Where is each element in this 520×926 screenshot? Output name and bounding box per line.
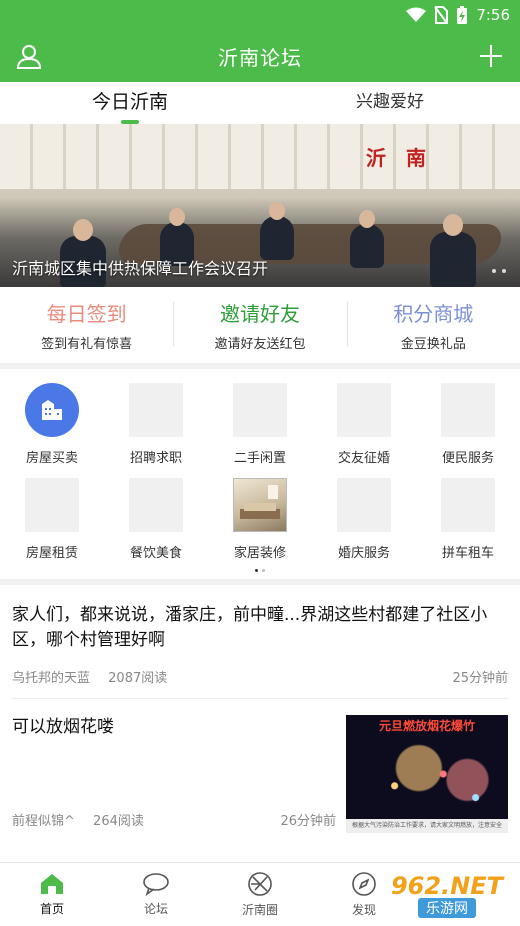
post-meta: 乌托邦的天蓝 2087阅读 25分钟前	[12, 667, 508, 699]
nav-label: 沂南圈	[241, 903, 278, 917]
quick-title: 邀请好友	[219, 302, 300, 326]
user-icon	[16, 45, 42, 69]
quick-actions: 每日签到 签到有礼有惊喜 邀请好友 邀请好友送红包 积分商城 金豆换礼品	[0, 287, 520, 369]
placeholder-icon	[129, 383, 183, 437]
nav-label: 论坛	[143, 902, 168, 916]
post-reads: 2087阅读	[108, 671, 168, 686]
category-grid: 房屋买卖 招聘求职 二手闲置 交友征婚 便民服务 房屋租赁 餐饮美食 家居装修 …	[0, 369, 520, 565]
category-label: 婚庆服务	[337, 546, 390, 561]
watermark-logo: 962.NET	[390, 872, 504, 900]
battery-charging-icon	[456, 5, 468, 25]
category-home-decor[interactable]: 家居装修	[208, 478, 312, 561]
thumbnail-footer: 根据大气污染防治工作要求，请大家文明燃放，注意安全	[346, 819, 508, 833]
no-sim-icon	[434, 6, 449, 24]
grid-page-indicator	[0, 565, 520, 575]
category-house-rent[interactable]: 房屋租赁	[0, 478, 104, 561]
daily-checkin-button[interactable]: 每日签到 签到有礼有惊喜	[0, 298, 173, 352]
placeholder-icon	[441, 383, 495, 437]
aperture-icon	[248, 872, 272, 896]
quick-subtitle: 签到有礼有惊喜	[41, 337, 133, 352]
app-header: 沂南论坛	[0, 30, 520, 82]
post-item[interactable]: 可以放烟花喽 前程似锦^ 264阅读 26分钟前 元旦燃放烟花爆竹 根据大气污染…	[0, 699, 520, 839]
person-head	[359, 210, 375, 228]
watermark-subtitle: 乐游网	[418, 898, 476, 918]
invite-friends-button[interactable]: 邀请好友 邀请好友送红包	[173, 298, 346, 352]
person-figure	[430, 232, 476, 287]
category-jobs[interactable]: 招聘求职	[104, 383, 208, 466]
category-dating[interactable]: 交友征婚	[312, 383, 416, 466]
category-house-sale[interactable]: 房屋买卖	[0, 383, 104, 466]
person-head	[269, 202, 285, 220]
profile-button[interactable]	[14, 41, 44, 71]
quick-subtitle: 金豆换礼品	[400, 337, 466, 352]
category-label: 交友征婚	[337, 451, 390, 466]
category-label: 房屋买卖	[25, 451, 78, 466]
compass-icon	[352, 872, 376, 896]
tab-today-yinan[interactable]: 今日沂南	[0, 82, 260, 124]
wifi-icon	[406, 7, 427, 23]
post-author[interactable]: 乌托邦的天蓝	[12, 671, 90, 686]
news-banner[interactable]: 沂南 沂南城区集中供热保障工作会议召开	[0, 124, 520, 287]
nav-label: 发现	[351, 903, 376, 917]
carousel-indicator	[492, 269, 506, 273]
category-label: 二手闲置	[233, 451, 286, 466]
category-label: 拼车租车	[441, 546, 494, 561]
points-mall-button[interactable]: 积分商城 金豆换礼品	[346, 298, 520, 352]
category-label: 招聘求职	[129, 451, 182, 466]
tab-bar: 今日沂南 兴趣爱好	[0, 82, 520, 124]
tab-hobbies[interactable]: 兴趣爱好	[260, 82, 520, 124]
nav-home[interactable]: 首页	[0, 863, 104, 926]
post-title: 可以放烟花喽	[12, 717, 114, 737]
category-wedding[interactable]: 婚庆服务	[312, 478, 416, 561]
placeholder-icon	[25, 478, 79, 532]
home-icon	[41, 874, 63, 894]
post-item[interactable]: 家人们，都来说说，潘家庄，前中疃...界湖这些村都建了社区小区，哪个村管理好啊 …	[0, 585, 520, 699]
post-reads: 264阅读	[93, 814, 144, 829]
category-second-hand[interactable]: 二手闲置	[208, 383, 312, 466]
banner-caption: 沂南城区集中供热保障工作会议召开	[12, 259, 269, 278]
nav-forum[interactable]: 论坛	[104, 863, 208, 926]
person-head	[443, 214, 463, 236]
person-head	[73, 219, 93, 241]
building-icon	[25, 383, 79, 437]
category-label: 房屋租赁	[25, 546, 78, 561]
category-food[interactable]: 餐饮美食	[104, 478, 208, 561]
post-title: 家人们，都来说说，潘家庄，前中疃...界湖这些村都建了社区小区，哪个村管理好啊	[12, 605, 488, 650]
category-services[interactable]: 便民服务	[416, 383, 520, 466]
category-label: 餐饮美食	[129, 546, 182, 561]
status-bar: 7:56	[0, 0, 520, 30]
chat-bubble-icon	[143, 873, 169, 896]
nav-yinan-circle[interactable]: 沂南圈	[208, 863, 312, 926]
post-time: 26分钟前	[280, 814, 336, 829]
post-author[interactable]: 前程似锦^	[12, 814, 75, 829]
placeholder-icon	[233, 383, 287, 437]
placeholder-icon	[337, 478, 391, 532]
post-time: 25分钟前	[452, 671, 508, 686]
thumbnail-title: 元旦燃放烟花爆竹	[378, 719, 475, 733]
person-figure	[350, 224, 384, 268]
category-carpool[interactable]: 拼车租车	[416, 478, 520, 561]
plus-icon	[480, 45, 502, 67]
banner-sign: 沂南	[366, 146, 446, 170]
page-title: 沂南论坛	[218, 45, 302, 70]
placeholder-icon	[337, 383, 391, 437]
person-head	[169, 208, 185, 226]
person-figure	[260, 216, 294, 260]
category-label: 便民服务	[441, 451, 494, 466]
fireworks-thumbnail[interactable]: 元旦燃放烟花爆竹 根据大气污染防治工作要求，请大家文明燃放，注意安全	[346, 715, 508, 833]
living-room-photo-icon	[233, 478, 287, 532]
site-watermark: 962.NET 乐游网	[382, 870, 512, 920]
post-meta: 前程似锦^ 264阅读 26分钟前	[12, 810, 336, 829]
placeholder-icon	[441, 478, 495, 532]
quick-title: 每日签到	[46, 302, 127, 326]
clock: 7:56	[476, 6, 510, 24]
placeholder-icon	[129, 478, 183, 532]
nav-label: 首页	[39, 902, 64, 916]
quick-subtitle: 邀请好友送红包	[214, 337, 306, 352]
quick-title: 积分商城	[393, 302, 474, 326]
category-label: 家居装修	[233, 546, 286, 561]
add-post-button[interactable]	[476, 41, 506, 71]
